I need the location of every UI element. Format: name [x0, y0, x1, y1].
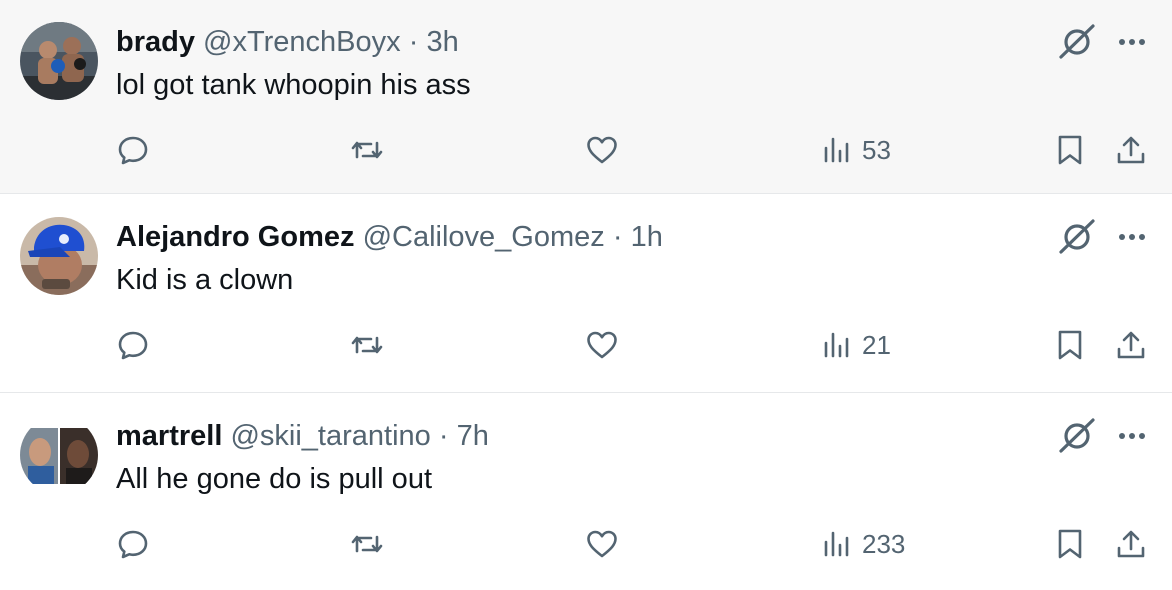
views-count: 53: [862, 134, 891, 165]
views-bar-chart-icon: [824, 332, 849, 358]
reply-header: martrell @skii_tarantino · 7h: [116, 417, 489, 455]
reply-text: Kid is a clown: [116, 264, 294, 296]
views-bar-chart-icon: [824, 137, 849, 163]
retweet-icon: [351, 141, 383, 159]
retweet-button[interactable]: [350, 128, 384, 172]
like-button[interactable]: [585, 128, 619, 172]
like-button[interactable]: [585, 522, 619, 566]
views-button[interactable]: 21: [820, 323, 891, 367]
separator-dot: ·: [612, 221, 623, 253]
retweet-icon: [351, 535, 383, 553]
like-button[interactable]: [585, 323, 619, 367]
display-name[interactable]: Alejandro Gomez: [116, 221, 355, 253]
more-dots-icon[interactable]: [1114, 418, 1150, 454]
action-bar: 233: [0, 522, 1172, 566]
blue-cap-photo-avatar-icon: [20, 217, 98, 295]
bookmark-icon: [1058, 330, 1082, 360]
reply-header: brady @xTrenchBoyx · 3h: [116, 23, 459, 61]
bookmark-button[interactable]: [1053, 323, 1087, 367]
reply-bubble-icon: [118, 136, 148, 165]
bookmark-button[interactable]: [1053, 128, 1087, 172]
retweet-button[interactable]: [350, 323, 384, 367]
share-button[interactable]: [1114, 522, 1148, 566]
reply-bubble-icon: [118, 530, 148, 559]
display-name[interactable]: martrell: [116, 420, 222, 452]
reply-item[interactable]: martrell @skii_tarantino · 7h All he gon…: [0, 394, 1172, 590]
share-button[interactable]: [1114, 323, 1148, 367]
heart-icon: [587, 530, 617, 558]
reply-text: lol got tank whoopin his ass: [116, 69, 471, 101]
views-button[interactable]: 53: [820, 128, 891, 172]
retweet-button[interactable]: [350, 522, 384, 566]
two-faces-photo-avatar-icon: [20, 416, 98, 494]
separator-dot: ·: [408, 26, 419, 58]
share-upload-icon: [1117, 530, 1145, 558]
retweet-icon: [351, 336, 383, 354]
reply-button[interactable]: [116, 323, 150, 367]
avatar[interactable]: [20, 217, 98, 295]
share-button[interactable]: [1114, 128, 1148, 172]
user-handle[interactable]: @skii_tarantino: [230, 420, 430, 452]
share-upload-icon: [1117, 331, 1145, 359]
views-button[interactable]: 233: [820, 522, 905, 566]
grok-icon[interactable]: [1056, 216, 1098, 258]
grok-icon[interactable]: [1056, 415, 1098, 457]
reply-text: All he gone do is pull out: [116, 463, 432, 495]
user-handle[interactable]: @xTrenchBoyx: [203, 26, 401, 58]
reply-button[interactable]: [116, 128, 150, 172]
action-bar: 21: [0, 323, 1172, 367]
replies-feed: brady @xTrenchBoyx · 3h lol got tank who…: [0, 0, 1172, 590]
reply-item[interactable]: brady @xTrenchBoyx · 3h lol got tank who…: [0, 0, 1172, 194]
avatar[interactable]: [20, 416, 98, 494]
action-bar: 53: [0, 128, 1172, 172]
timestamp[interactable]: 3h: [426, 26, 458, 58]
more-dots-icon[interactable]: [1114, 219, 1150, 255]
bookmark-icon: [1058, 529, 1082, 559]
reply-header: Alejandro Gomez @Calilove_Gomez · 1h: [116, 218, 663, 256]
views-count: 21: [862, 329, 891, 360]
grok-icon[interactable]: [1056, 21, 1098, 63]
timestamp[interactable]: 7h: [457, 420, 489, 452]
views-bar-chart-icon: [824, 531, 849, 557]
views-count: 233: [862, 528, 906, 559]
timestamp[interactable]: 1h: [631, 221, 663, 253]
reply-item[interactable]: Alejandro Gomez @Calilove_Gomez · 1h Kid…: [0, 195, 1172, 393]
boxing-photo-avatar-icon: [20, 22, 98, 100]
display-name[interactable]: brady: [116, 26, 195, 58]
avatar[interactable]: [20, 22, 98, 100]
heart-icon: [587, 136, 617, 164]
user-handle[interactable]: @Calilove_Gomez: [363, 221, 605, 253]
share-upload-icon: [1117, 136, 1145, 164]
bookmark-icon: [1058, 135, 1082, 165]
heart-icon: [587, 331, 617, 359]
reply-bubble-icon: [118, 331, 148, 360]
bookmark-button[interactable]: [1053, 522, 1087, 566]
reply-button[interactable]: [116, 522, 150, 566]
more-dots-icon[interactable]: [1114, 24, 1150, 60]
separator-dot: ·: [438, 420, 449, 452]
